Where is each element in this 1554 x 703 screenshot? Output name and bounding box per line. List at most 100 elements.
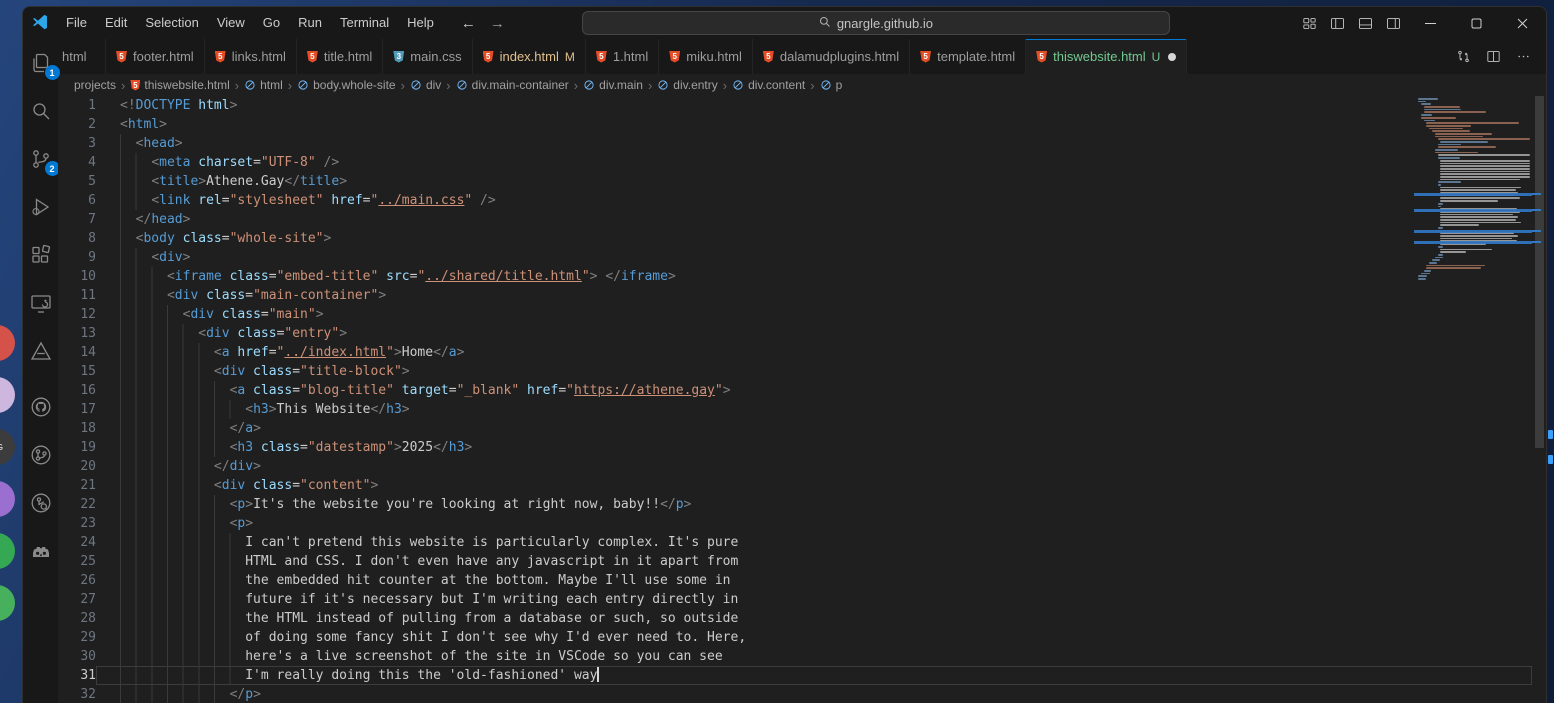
code-line-11[interactable]: 11 <div class="main-container"> bbox=[58, 286, 1532, 305]
extensions-icon[interactable] bbox=[29, 243, 53, 267]
code-line-2[interactable]: 2<html> bbox=[58, 115, 1532, 134]
tab-dalamudplugins.html[interactable]: 5dalamudplugins.html bbox=[753, 39, 910, 74]
source-control-icon[interactable]: 2 bbox=[29, 147, 53, 171]
open-changes-icon[interactable] bbox=[1450, 44, 1476, 70]
code-line-22[interactable]: 22 <p>It's the website you're looking at… bbox=[58, 495, 1532, 514]
code-line-6[interactable]: 6 <link rel="stylesheet" href="../main.c… bbox=[58, 191, 1532, 210]
code-line-content: </div> bbox=[96, 457, 1532, 476]
back-button[interactable]: ← bbox=[461, 15, 476, 32]
code-line-30[interactable]: 30 here's a live screenshot of the site … bbox=[58, 647, 1532, 666]
lilac-app-icon bbox=[0, 377, 15, 413]
split-editor-icon[interactable] bbox=[1480, 44, 1506, 70]
menu-item-file[interactable]: File bbox=[57, 7, 96, 39]
code-line-26[interactable]: 26 the embedded hit counter at the botto… bbox=[58, 571, 1532, 590]
code-line-7[interactable]: 7 </head> bbox=[58, 210, 1532, 229]
code-line-19[interactable]: 19 <h3 class="datestamp">2025</h3> bbox=[58, 438, 1532, 457]
tab-footer.html[interactable]: 5footer.html bbox=[106, 39, 205, 74]
minimap[interactable] bbox=[1414, 96, 1532, 703]
breadcrumb-item-p[interactable]: p bbox=[820, 78, 843, 92]
code-line-25[interactable]: 25 HTML and CSS. I don't even have any j… bbox=[58, 552, 1532, 571]
tab-title.html[interactable]: 5title.html bbox=[297, 39, 383, 74]
tab-links.html[interactable]: 5links.html bbox=[205, 39, 297, 74]
code-line-32[interactable]: 32 </p> bbox=[58, 685, 1532, 703]
breadcrumb-item-thiswebsite.html[interactable]: 5thiswebsite.html bbox=[130, 78, 229, 92]
breadcrumb-item-body.whole-site[interactable]: body.whole-site bbox=[297, 78, 396, 92]
menu-item-edit[interactable]: Edit bbox=[96, 7, 136, 39]
minimap-line bbox=[1438, 181, 1461, 183]
menu-item-run[interactable]: Run bbox=[289, 7, 331, 39]
code-text: <meta charset="UTF-8" /> bbox=[120, 153, 1532, 172]
breadcrumb-item-projects[interactable]: projects bbox=[74, 78, 116, 92]
breadcrumb-item-div.entry[interactable]: div.entry bbox=[657, 78, 717, 92]
breadcrumb-item-div.content[interactable]: div.content bbox=[732, 78, 805, 92]
tab-html[interactable]: html bbox=[58, 39, 106, 74]
code-line-content: I'm really doing this the 'old-fashioned… bbox=[96, 666, 1532, 685]
code-line-24[interactable]: 24 I can't pretend this website is parti… bbox=[58, 533, 1532, 552]
toggle-secondary-sidebar-icon[interactable] bbox=[1380, 7, 1408, 39]
code-line-28[interactable]: 28 the HTML instead of pulling from a da… bbox=[58, 609, 1532, 628]
menu-item-go[interactable]: Go bbox=[254, 7, 289, 39]
maximize-icon[interactable] bbox=[1454, 7, 1500, 39]
vertical-scrollbar[interactable] bbox=[1532, 96, 1546, 703]
menu-item-selection[interactable]: Selection bbox=[136, 7, 207, 39]
code-line-4[interactable]: 4 <meta charset="UTF-8" /> bbox=[58, 153, 1532, 172]
code-line-12[interactable]: 12 <div class="main"> bbox=[58, 305, 1532, 324]
menu-item-terminal[interactable]: Terminal bbox=[331, 7, 398, 39]
code-line-27[interactable]: 27 future if it's necessary but I'm writ… bbox=[58, 590, 1532, 609]
code-line-23[interactable]: 23 <p> bbox=[58, 514, 1532, 533]
code-line-29[interactable]: 29 of doing some fancy shit I don't see … bbox=[58, 628, 1532, 647]
code-line-8[interactable]: 8 <body class="whole-site"> bbox=[58, 229, 1532, 248]
github-icon[interactable] bbox=[29, 395, 53, 419]
minimize-icon[interactable] bbox=[1408, 7, 1454, 39]
code-line-13[interactable]: 13 <div class="entry"> bbox=[58, 324, 1532, 343]
tab-template.html[interactable]: 5template.html bbox=[910, 39, 1026, 74]
tab-thiswebsite.html[interactable]: 5thiswebsite.htmlU bbox=[1026, 39, 1187, 74]
menu-item-help[interactable]: Help bbox=[398, 7, 443, 39]
breadcrumb-item-div[interactable]: div bbox=[410, 78, 441, 92]
dirty-indicator-icon[interactable] bbox=[1168, 53, 1176, 61]
forward-button[interactable]: → bbox=[490, 15, 505, 32]
customize-layout-icon[interactable] bbox=[1296, 7, 1324, 39]
run-debug-icon[interactable] bbox=[29, 195, 53, 219]
code-line-5[interactable]: 5 <title>Athene.Gay</title> bbox=[58, 172, 1532, 191]
triangle-a-icon[interactable] bbox=[29, 339, 53, 363]
toggle-sidebar-icon[interactable] bbox=[1324, 7, 1352, 39]
tab-main.css[interactable]: 3main.css bbox=[383, 39, 472, 74]
git-graph-icon[interactable] bbox=[29, 443, 53, 467]
tab-1.html[interactable]: 51.html bbox=[586, 39, 659, 74]
search-icon[interactable] bbox=[29, 99, 53, 123]
code-line-20[interactable]: 20 </div> bbox=[58, 457, 1532, 476]
code-line-16[interactable]: 16 <a class="blog-title" target="_blank"… bbox=[58, 381, 1532, 400]
code-line-10[interactable]: 10 <iframe class="embed-title" src="../s… bbox=[58, 267, 1532, 286]
code-line-9[interactable]: 9 <div> bbox=[58, 248, 1532, 267]
explorer-icon[interactable]: 1 bbox=[29, 51, 53, 75]
gitlens-icon[interactable] bbox=[29, 491, 53, 515]
code-line-31[interactable]: 31 I'm really doing this the 'old-fashio… bbox=[58, 666, 1532, 685]
tab-miku.html[interactable]: 5miku.html bbox=[659, 39, 753, 74]
line-number: 31 bbox=[58, 666, 96, 685]
tab-index.html[interactable]: 5index.htmlM bbox=[473, 39, 586, 74]
code-text: HTML and CSS. I don't even have any java… bbox=[120, 552, 1532, 571]
minimap-line bbox=[1438, 254, 1443, 256]
breadcrumb-item-div.main-container[interactable]: div.main-container bbox=[456, 78, 569, 92]
godot-icon[interactable] bbox=[29, 539, 53, 563]
code-line-1[interactable]: 1<!DOCTYPE html> bbox=[58, 96, 1532, 115]
breadcrumb-item-html[interactable]: html bbox=[244, 78, 283, 92]
toggle-panel-icon[interactable] bbox=[1352, 7, 1380, 39]
code-editor[interactable]: 1<!DOCTYPE html>2<html>3 <head>4 <meta c… bbox=[58, 96, 1546, 703]
code-line-3[interactable]: 3 <head> bbox=[58, 134, 1532, 153]
command-center-search[interactable]: gnargle.github.io bbox=[582, 11, 1170, 35]
scrollbar-slider[interactable] bbox=[1535, 96, 1544, 448]
code-line-21[interactable]: 21 <div class="content"> bbox=[58, 476, 1532, 495]
code-line-14[interactable]: 14 <a href="../index.html">Home</a> bbox=[58, 343, 1532, 362]
vscode-window: FileEditSelectionViewGoRunTerminalHelp ←… bbox=[22, 6, 1547, 703]
more-actions-icon[interactable] bbox=[1510, 44, 1536, 70]
remote-explorer-icon[interactable] bbox=[29, 291, 53, 315]
breadcrumb-item-div.main[interactable]: div.main bbox=[583, 78, 643, 92]
code-line-15[interactable]: 15 <div class="title-block"> bbox=[58, 362, 1532, 381]
code-line-17[interactable]: 17 <h3>This Website</h3> bbox=[58, 400, 1532, 419]
code-line-18[interactable]: 18 </a> bbox=[58, 419, 1532, 438]
close-icon[interactable] bbox=[1500, 7, 1546, 39]
tab-label: miku.html bbox=[686, 49, 742, 64]
menu-item-view[interactable]: View bbox=[208, 7, 254, 39]
